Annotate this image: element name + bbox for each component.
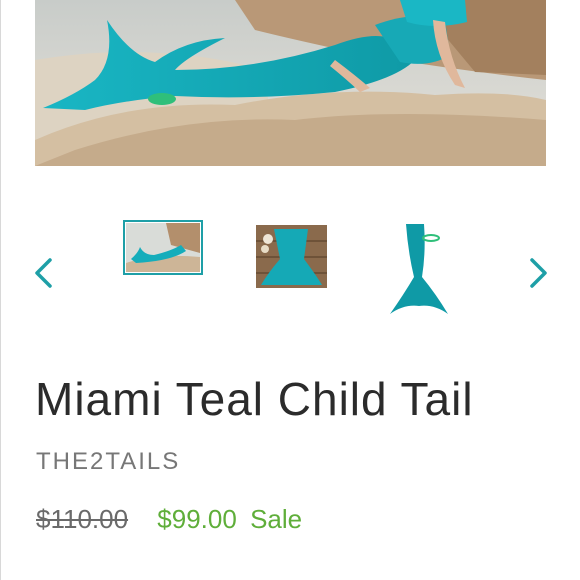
vendor-name[interactable]: THE2TAILS [36,448,180,476]
chevron-right-icon [530,258,547,288]
compare-at-price: $110.00 [36,504,129,534]
tail-on-wood-photo [256,225,327,288]
tail-fin-photo [386,222,452,318]
page-border [0,0,1,580]
carousel-next-button[interactable] [526,256,550,290]
price-row: $110.00 $99.00 Sale [36,504,302,535]
sale-price: $99.00 [157,504,237,534]
sale-label: Sale [250,504,303,534]
product-title: Miami Teal Child Tail [35,373,474,425]
chevron-left-icon [35,258,52,288]
product-hero-image[interactable] [35,0,546,166]
thumbnail-2[interactable] [256,225,327,288]
thumbnail-1[interactable] [123,220,203,275]
carousel-prev-button[interactable] [32,256,56,290]
mermaid-on-rocks-photo [126,223,200,272]
thumbnail-3[interactable] [386,222,452,318]
